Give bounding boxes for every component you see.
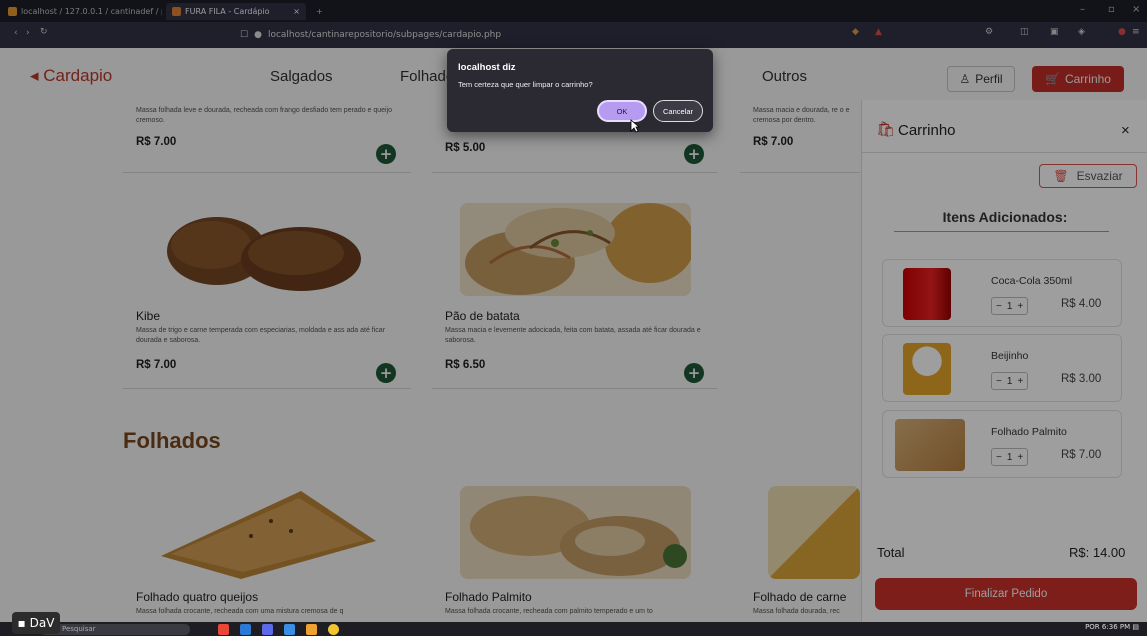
notification-icon[interactable]: ▤ bbox=[1132, 623, 1139, 631]
cart-title: Carrinho bbox=[898, 122, 956, 139]
decrement-button[interactable]: − bbox=[996, 376, 1002, 387]
os-taskbar: ⊞ Pesquisar POR 6:36 PM ▤ bbox=[0, 622, 1147, 636]
decrement-button[interactable]: − bbox=[996, 452, 1002, 463]
cart-item: Coca-Cola 350ml − 1 + R$ 4.00 bbox=[882, 259, 1122, 327]
quantity-stepper: − 1 + bbox=[991, 297, 1029, 315]
title-underline bbox=[894, 231, 1109, 232]
cart-divider bbox=[862, 152, 1147, 153]
cart-item-price: R$ 7.00 bbox=[1061, 449, 1102, 461]
cart-item-name: Folhado Palmito bbox=[991, 426, 1067, 438]
cart-close-button[interactable]: × bbox=[1121, 122, 1130, 139]
language-indicator[interactable]: POR bbox=[1085, 623, 1100, 631]
chrome-app-icon[interactable] bbox=[328, 624, 339, 635]
cancel-button[interactable]: Cancelar bbox=[653, 100, 703, 122]
brave-app-icon[interactable] bbox=[218, 624, 229, 635]
xampp-app-icon[interactable] bbox=[306, 624, 317, 635]
increment-button[interactable]: + bbox=[1017, 301, 1023, 312]
quantity-stepper: − 1 + bbox=[991, 372, 1029, 390]
quantity-value: 1 bbox=[1006, 300, 1013, 312]
clock[interactable]: 6:36 PM bbox=[1102, 623, 1130, 631]
beijinho-image bbox=[903, 343, 951, 395]
itens-adicionados-title: Itens Adicionados: bbox=[942, 209, 1068, 225]
quantity-stepper: − 1 + bbox=[991, 448, 1029, 466]
vscode-app-icon[interactable] bbox=[240, 624, 251, 635]
system-tray: POR 6:36 PM ▤ bbox=[1085, 623, 1139, 631]
quantity-value: 1 bbox=[1006, 375, 1013, 387]
total-value: R$: 14.00 bbox=[1069, 545, 1126, 560]
cart-item: Beijinho − 1 + R$ 3.00 bbox=[882, 334, 1122, 402]
cart-item-price: R$ 4.00 bbox=[1061, 298, 1102, 310]
code-app-icon[interactable] bbox=[284, 624, 295, 635]
chat-icon: ▪ bbox=[17, 616, 26, 630]
increment-button[interactable]: + bbox=[1017, 452, 1023, 463]
esvaziar-button[interactable]: 🗑 Esvaziar bbox=[1039, 164, 1137, 188]
dialog-title: localhost diz bbox=[458, 62, 516, 73]
quantity-value: 1 bbox=[1006, 451, 1013, 463]
trash-icon: 🗑 bbox=[1053, 169, 1069, 183]
dav-overlay-badge[interactable]: ▪ DaV bbox=[12, 612, 60, 634]
folhado-palmito-thumb bbox=[895, 419, 965, 471]
cart-item-price: R$ 3.00 bbox=[1061, 373, 1102, 385]
confirm-dialog: localhost diz Tem certeza que quer limpa… bbox=[447, 49, 713, 133]
mouse-cursor-icon bbox=[630, 119, 640, 133]
total-label: Total bbox=[877, 545, 905, 560]
coca-cola-image bbox=[903, 268, 951, 320]
cart-bag-icon: 🛍 bbox=[876, 121, 896, 138]
finalizar-pedido-button[interactable]: Finalizar Pedido bbox=[875, 578, 1137, 610]
cart-item-name: Coca-Cola 350ml bbox=[991, 275, 1073, 287]
cart-item: Folhado Palmito − 1 + R$ 7.00 bbox=[882, 410, 1122, 478]
cart-sidebar: 🛍 Carrinho × 🗑 Esvaziar Itens Adicionado… bbox=[861, 100, 1147, 622]
cart-item-name: Beijinho bbox=[991, 350, 1029, 362]
taskbar-search[interactable]: Pesquisar bbox=[40, 624, 190, 635]
decrement-button[interactable]: − bbox=[996, 301, 1002, 312]
increment-button[interactable]: + bbox=[1017, 376, 1023, 387]
dialog-message: Tem certeza que quer limpar o carrinho? bbox=[458, 80, 593, 89]
app-icon[interactable] bbox=[262, 624, 273, 635]
